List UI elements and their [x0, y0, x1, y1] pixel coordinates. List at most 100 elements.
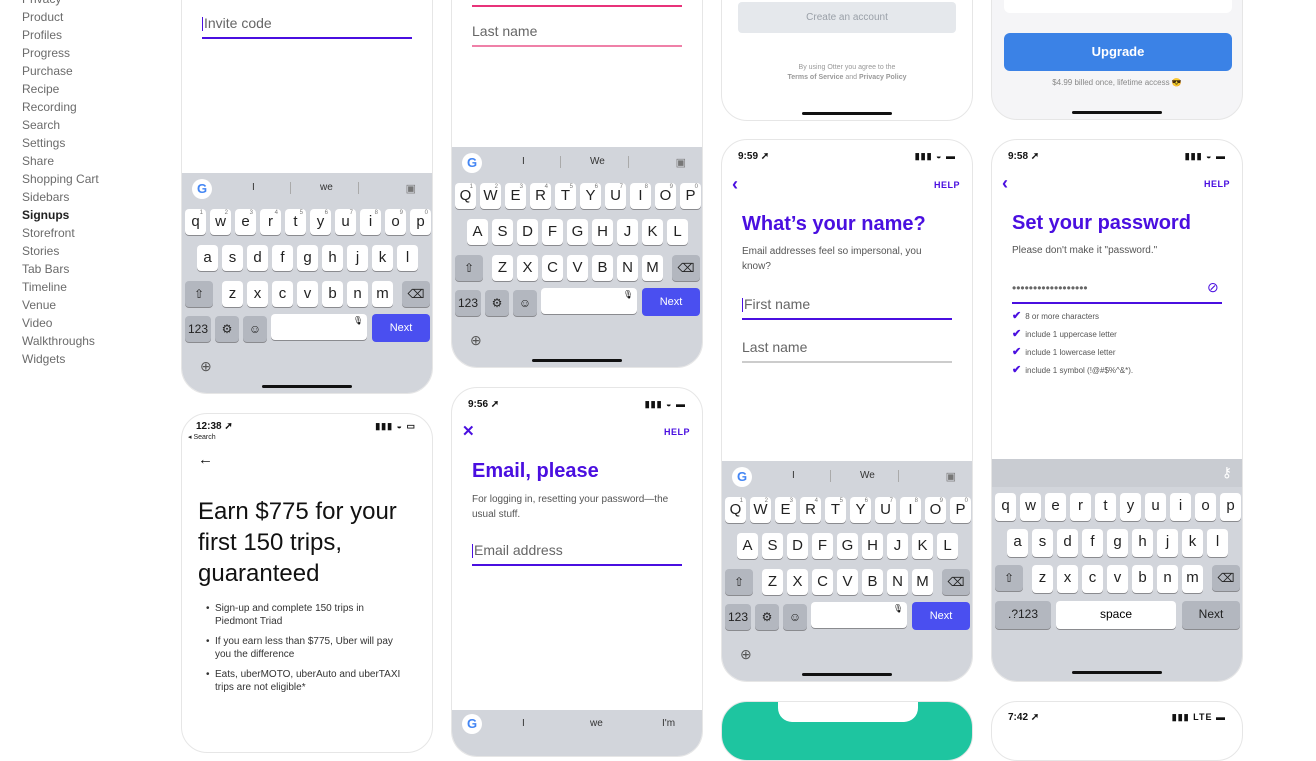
next-button[interactable]: Next	[372, 314, 430, 342]
numbers-key[interactable]: .?123	[995, 601, 1051, 629]
globe-icon[interactable]: ⊕	[740, 646, 752, 663]
key[interactable]: o	[1195, 493, 1216, 521]
key[interactable]: m	[1182, 565, 1203, 593]
key[interactable]: m	[372, 281, 393, 307]
key[interactable]: e3	[235, 209, 256, 235]
sidebar-item-search[interactable]: Search	[22, 116, 162, 134]
key[interactable]: u7	[335, 209, 356, 235]
key[interactable]: W2	[480, 183, 501, 209]
key[interactable]: z	[1032, 565, 1053, 593]
terms-link[interactable]: Terms of Service	[788, 74, 844, 81]
help-link[interactable]: HELP	[1204, 179, 1230, 189]
key[interactable]: l	[1207, 529, 1228, 557]
key[interactable]: C	[812, 569, 833, 595]
help-link[interactable]: HELP	[934, 180, 960, 190]
next-button[interactable]: Next	[912, 602, 970, 630]
sidebar-item-walkthroughs[interactable]: Walkthroughs	[22, 332, 162, 350]
suggestion[interactable]: I	[522, 156, 525, 167]
globe-icon[interactable]: ⊕	[200, 358, 212, 375]
key[interactable]: Y6	[850, 497, 871, 523]
key[interactable]: h	[322, 245, 343, 271]
privacy-link[interactable]: Privacy Policy	[859, 74, 906, 81]
sidebar-item-sidebars[interactable]: Sidebars	[22, 188, 162, 206]
key[interactable]: R4	[800, 497, 821, 523]
key[interactable]: p0	[410, 209, 431, 235]
sidebar-item-purchase[interactable]: Purchase	[22, 62, 162, 80]
password-input[interactable]: ••••••••••••••••••	[1012, 276, 1222, 304]
mic-icon[interactable]: 🎙	[623, 282, 633, 308]
numbers-key[interactable]: 123	[455, 290, 481, 316]
next-button[interactable]: Next	[642, 288, 700, 316]
key[interactable]: X	[787, 569, 808, 595]
key[interactable]: L	[937, 533, 958, 559]
key[interactable]: g	[1107, 529, 1128, 557]
space-bar[interactable]: 🎙	[541, 288, 637, 314]
key[interactable]: L	[667, 219, 688, 245]
key[interactable]: O9	[655, 183, 676, 209]
key[interactable]: r	[1070, 493, 1091, 521]
suggestion[interactable]: we	[590, 718, 603, 729]
space-bar[interactable]: 🎙	[271, 314, 367, 340]
emoji-icon[interactable]: ☺	[243, 316, 267, 342]
key[interactable]: e	[1045, 493, 1066, 521]
shift-icon[interactable]: ⇧	[185, 281, 213, 307]
google-icon[interactable]: G	[732, 467, 752, 487]
key[interactable]: Z	[762, 569, 783, 595]
shift-icon[interactable]: ⇧	[455, 255, 483, 281]
key[interactable]: u	[1145, 493, 1166, 521]
key[interactable]: N	[617, 255, 638, 281]
key[interactable]: c	[1082, 565, 1103, 593]
key[interactable]: h	[1132, 529, 1153, 557]
key[interactable]: V	[837, 569, 858, 595]
sidebar-item-video[interactable]: Video	[22, 314, 162, 332]
sidebar-item-storefront[interactable]: Storefront	[22, 224, 162, 242]
image-search-icon[interactable]: ▣	[946, 470, 956, 483]
key[interactable]: D	[787, 533, 808, 559]
arrow-left-icon[interactable]: ←	[198, 451, 213, 468]
help-link[interactable]: HELP	[664, 427, 690, 437]
key[interactable]: a	[197, 245, 218, 271]
emoji-icon[interactable]: ☺	[513, 290, 537, 316]
mic-icon[interactable]: 🎙	[353, 308, 363, 334]
key[interactable]: a	[1007, 529, 1028, 557]
key[interactable]: f	[272, 245, 293, 271]
key[interactable]: g	[297, 245, 318, 271]
key[interactable]: b	[322, 281, 343, 307]
backspace-icon[interactable]: ⌫	[942, 569, 970, 595]
key[interactable]: q1	[185, 209, 206, 235]
key[interactable]: o9	[385, 209, 406, 235]
key[interactable]: S	[492, 219, 513, 245]
sidebar-item-settings[interactable]: Settings	[22, 134, 162, 152]
numbers-key[interactable]: 123	[725, 604, 751, 630]
space-bar[interactable]: space	[1056, 601, 1176, 629]
image-search-icon[interactable]: ▣	[676, 156, 686, 169]
suggestion[interactable]: we	[320, 182, 333, 193]
key[interactable]: U7	[605, 183, 626, 209]
space-bar[interactable]: 🎙	[811, 602, 907, 628]
key[interactable]: k	[372, 245, 393, 271]
key[interactable]: K	[912, 533, 933, 559]
key-icon[interactable]: ⚷	[1222, 464, 1232, 481]
invite-code-input[interactable]: Invite code	[202, 11, 412, 39]
key[interactable]: s	[1032, 529, 1053, 557]
key[interactable]: W2	[750, 497, 771, 523]
key[interactable]: p	[1220, 493, 1241, 521]
key[interactable]: c	[272, 281, 293, 307]
sidebar-item-privacy[interactable]: Privacy	[22, 0, 162, 8]
key[interactable]: A	[737, 533, 758, 559]
key[interactable]: t	[1095, 493, 1116, 521]
key[interactable]: w2	[210, 209, 231, 235]
key[interactable]: N	[887, 569, 908, 595]
sidebar-item-tab-bars[interactable]: Tab Bars	[22, 260, 162, 278]
key[interactable]: l	[397, 245, 418, 271]
sidebar-item-progress[interactable]: Progress	[22, 44, 162, 62]
key[interactable]: s	[222, 245, 243, 271]
key[interactable]: v	[1107, 565, 1128, 593]
key[interactable]: O9	[925, 497, 946, 523]
key[interactable]: K	[642, 219, 663, 245]
key[interactable]: t5	[285, 209, 306, 235]
mic-icon[interactable]: 🎙	[893, 596, 903, 622]
google-icon[interactable]: G	[462, 153, 482, 173]
key[interactable]: C	[542, 255, 563, 281]
sidebar-item-signups[interactable]: Signups	[22, 206, 162, 224]
